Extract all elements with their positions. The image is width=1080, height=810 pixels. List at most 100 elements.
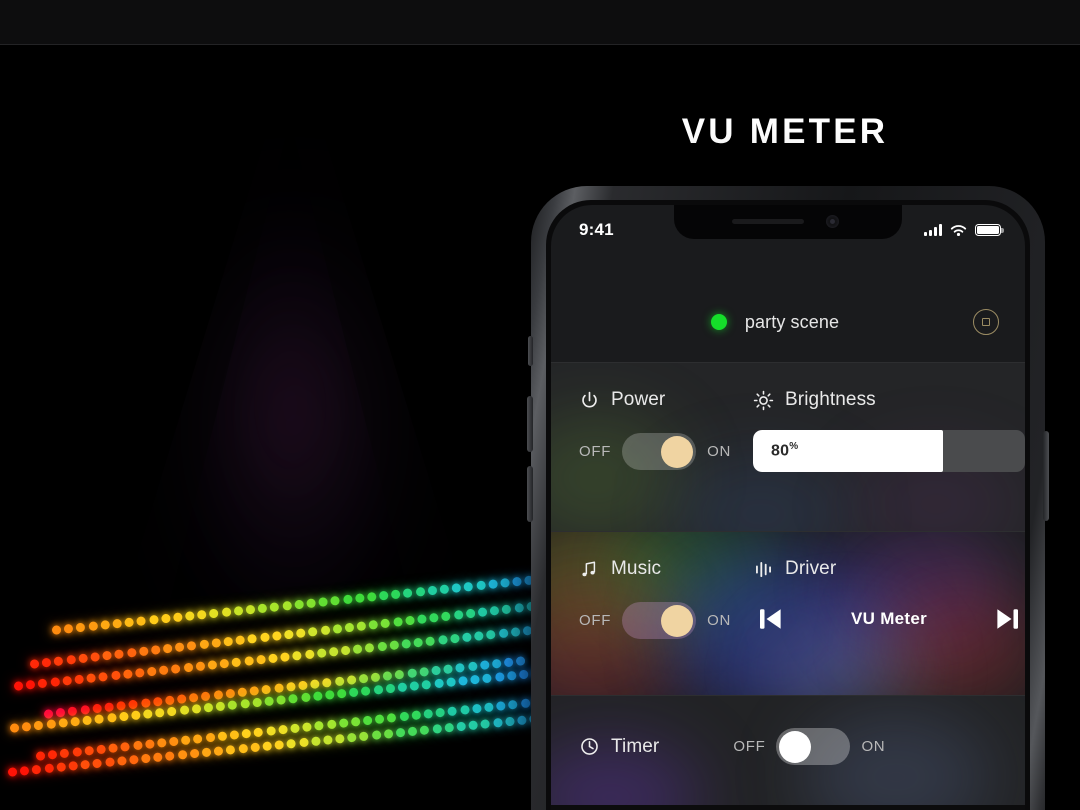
led-dot: [56, 762, 66, 773]
led-dot: [498, 628, 509, 639]
led-dot: [241, 728, 252, 739]
driver-label-row: Driver: [753, 558, 1025, 580]
led-dot: [371, 730, 382, 741]
driver-control-group: Driver VU Meter: [747, 558, 1025, 640]
led-dot: [138, 646, 149, 657]
led-dot: [361, 686, 372, 697]
music-driver-panel: Music OFF ON Driver VU Meter: [551, 532, 1025, 695]
brightness-sun-icon: [753, 390, 774, 410]
led-dot: [43, 763, 54, 774]
led-dot: [374, 714, 385, 725]
led-dot: [383, 729, 394, 740]
led-dot: [380, 618, 391, 629]
power-toggle[interactable]: [622, 433, 697, 470]
led-dot: [338, 718, 349, 729]
led-dot: [243, 656, 254, 667]
led-dot: [122, 669, 133, 680]
led-dot: [75, 622, 86, 633]
led-dot: [397, 682, 408, 693]
led-dot: [359, 731, 370, 742]
cellular-bars-icon: [923, 224, 942, 236]
led-dot: [235, 635, 246, 646]
stop-circle-icon[interactable]: [973, 309, 999, 335]
led-dot: [110, 670, 121, 681]
led-dot: [189, 748, 200, 759]
led-dot: [92, 758, 103, 769]
music-label: Music: [611, 558, 662, 579]
timer-toggle[interactable]: [776, 728, 851, 765]
led-dot: [421, 680, 432, 690]
music-toggle-off-label: OFF: [579, 612, 612, 629]
scene-indicator[interactable]: party scene: [577, 312, 973, 333]
led-dot: [156, 738, 167, 749]
led-dot: [330, 596, 341, 606]
led-dot: [65, 655, 76, 666]
led-dot: [416, 614, 427, 625]
led-dot: [237, 743, 248, 754]
led-dot: [274, 740, 285, 751]
led-dot: [49, 677, 60, 688]
phone-volume-up-button[interactable]: [527, 396, 533, 452]
led-dot: [352, 644, 363, 655]
music-toggle-knob: [661, 604, 694, 637]
led-dot: [335, 734, 345, 744]
led-dot: [277, 724, 288, 735]
led-dot: [423, 709, 434, 720]
led-dot: [482, 673, 493, 684]
skip-previous-icon[interactable]: [753, 604, 787, 634]
led-dot: [160, 613, 171, 624]
led-dot: [328, 647, 339, 658]
led-dot: [255, 654, 266, 665]
led-dot: [506, 671, 517, 682]
music-toggle[interactable]: [622, 602, 697, 639]
led-dot: [515, 656, 526, 667]
led-dot: [390, 589, 401, 600]
timer-toggle-off-label: OFF: [733, 738, 766, 755]
led-dot: [124, 617, 135, 628]
led-dot: [265, 726, 276, 737]
led-dot: [281, 601, 292, 612]
led-dot: [13, 681, 24, 692]
led-dot: [409, 681, 420, 692]
led-dot: [205, 732, 216, 743]
phone-silent-switch[interactable]: [528, 336, 533, 366]
led-dot: [463, 582, 474, 592]
led-dot: [168, 736, 179, 747]
phone-screen: 9:41 party scene Power OFF ON Brightness…: [551, 205, 1025, 810]
led-dot: [504, 716, 515, 727]
led-dot: [172, 612, 183, 623]
led-dot: [191, 704, 202, 715]
power-brightness-panel: Power OFF ON Brightness 80%: [551, 363, 1025, 531]
led-dot: [516, 715, 527, 726]
led-dot: [68, 761, 79, 772]
led-dot: [90, 652, 101, 663]
led-dot: [433, 678, 444, 689]
phone-power-button[interactable]: [1043, 431, 1049, 521]
skip-next-icon[interactable]: [991, 604, 1025, 634]
led-dot: [82, 715, 93, 726]
led-dot: [518, 669, 529, 680]
led-dot: [233, 606, 244, 617]
led-dot: [207, 660, 218, 671]
led-dot: [314, 721, 325, 731]
led-dot: [494, 672, 505, 683]
top-letterbox-band: [0, 0, 1080, 45]
led-dot: [458, 676, 468, 687]
led-dot: [7, 767, 18, 778]
led-dot: [496, 701, 506, 712]
led-dot: [419, 725, 430, 736]
led-dot: [306, 598, 317, 609]
led-dot: [118, 711, 129, 722]
led-dot: [262, 741, 273, 752]
led-dot: [62, 676, 72, 686]
music-toggle-row: OFF ON: [579, 602, 747, 639]
led-dot: [280, 652, 291, 663]
led-dot: [106, 713, 117, 724]
led-dot: [404, 615, 415, 626]
led-dot: [9, 723, 20, 734]
page-title: VU METER: [681, 112, 889, 151]
led-dot: [223, 636, 234, 647]
brightness-slider[interactable]: 80%: [753, 430, 1025, 472]
phone-volume-down-button[interactable]: [527, 466, 533, 522]
led-dot: [158, 665, 169, 676]
